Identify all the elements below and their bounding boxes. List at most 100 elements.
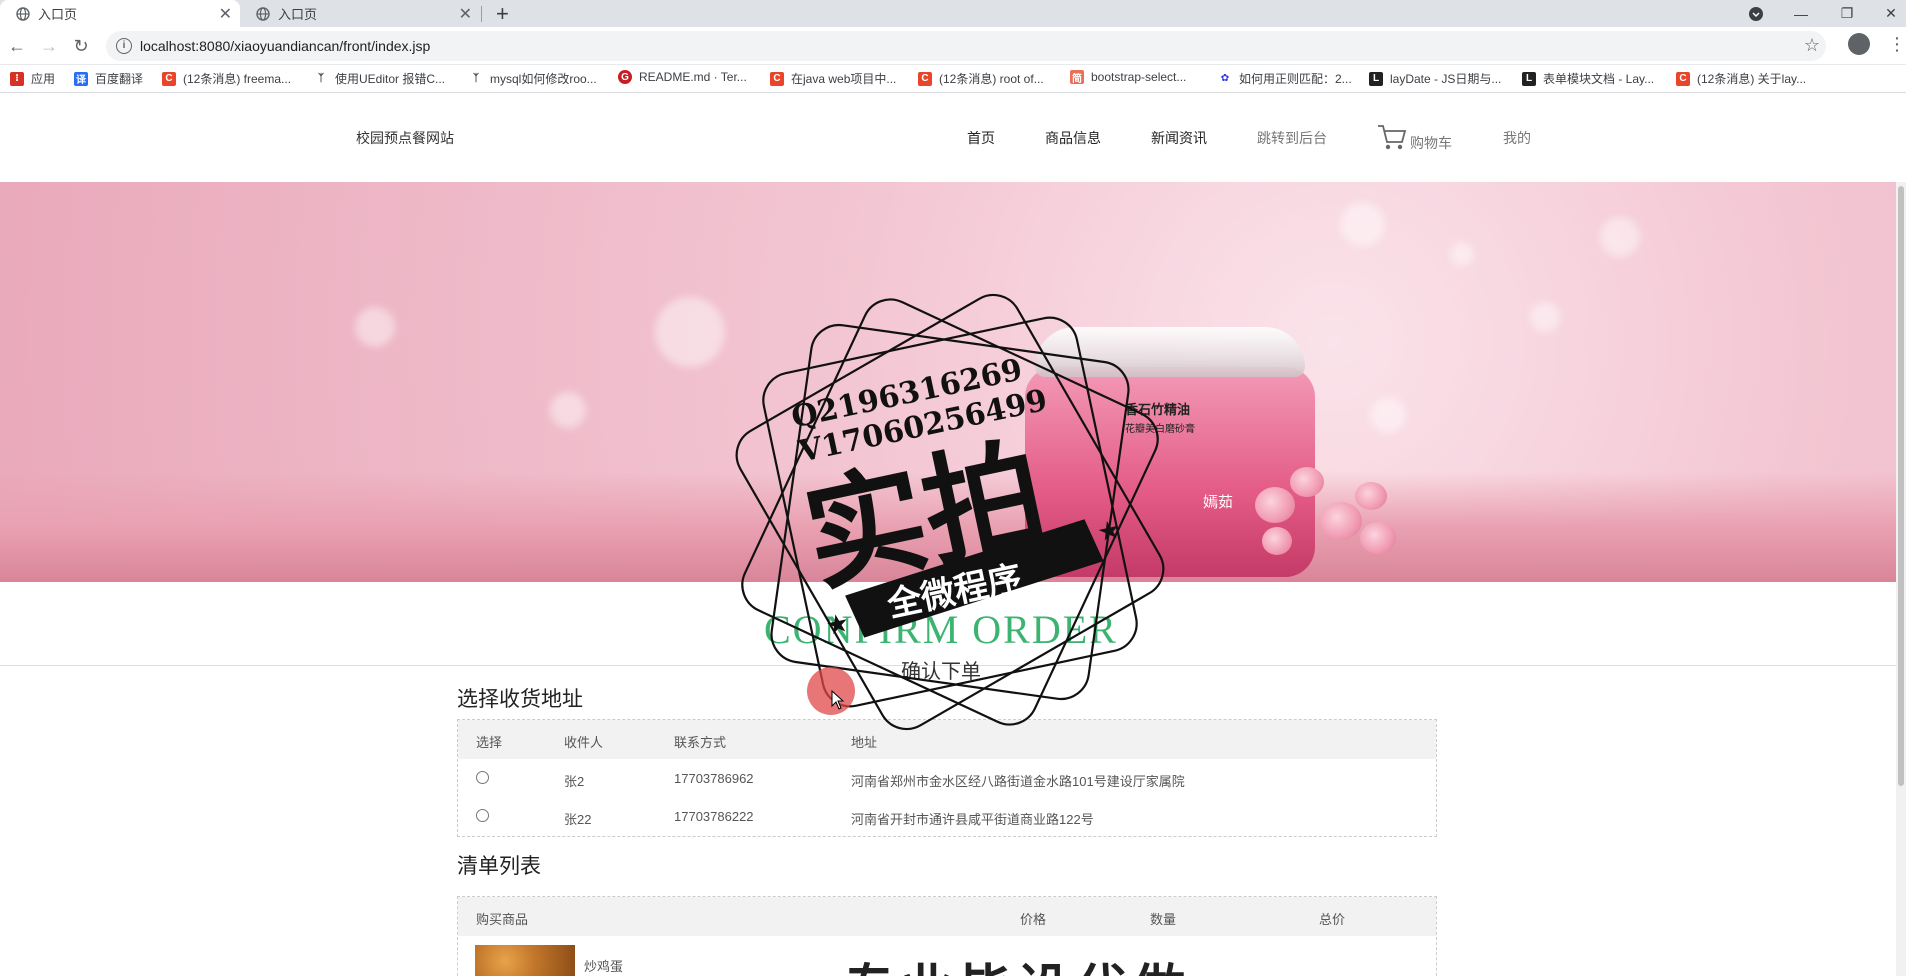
column-header: 选择 [476, 735, 503, 750]
tab-title: 入口页 [38, 7, 78, 22]
bokeh-light [1600, 217, 1640, 257]
nav-mine[interactable]: 我的 [1503, 128, 1531, 148]
recipient-name: 张2 [564, 774, 585, 789]
csdn-icon: C [162, 71, 176, 86]
rose-decoration [1290, 467, 1324, 497]
bokeh-light [355, 307, 395, 347]
scrollbar-thumb[interactable] [1898, 186, 1904, 786]
svg-text:★: ★ [1094, 513, 1123, 547]
rose-decoration [1355, 482, 1387, 510]
bookmark-item[interactable]: ⁝ 应用 [10, 70, 55, 87]
layui-icon: L [1522, 71, 1536, 86]
site-logo[interactable]: 校园预点餐网站 [356, 128, 454, 148]
rose-decoration [1262, 527, 1292, 555]
bookmark-item[interactable]: LlayDate - JS日期与... [1369, 70, 1501, 87]
bokeh-light [550, 392, 586, 428]
restore-icon[interactable]: ❐ [1832, 0, 1862, 27]
bookmark-star-icon[interactable]: ☆ [1804, 35, 1820, 56]
leaf-icon: ᛉ [473, 73, 479, 84]
bookmarks-bar: ⁝ 应用 译百度翻译 C (12条消息) freema... ᛉ 使用UEditor … [0, 65, 1906, 93]
nav-cart[interactable]: 购物车 [1410, 133, 1452, 153]
address-bar[interactable]: i localhost:8080/xiaoyuandiancan/front/i… [106, 31, 1826, 61]
address-radio[interactable] [476, 809, 489, 822]
site-header: 校园预点餐网站 首页 商品信息 新闻资讯 跳转到后台 购物车 我的 [0, 93, 1906, 181]
globe-icon [256, 6, 270, 21]
nav-home[interactable]: 首页 [967, 128, 995, 148]
column-header: 数量 [1150, 912, 1177, 927]
watermark-stamp: Q2196316269 V17060256499 实拍 全微程序 ★ ★ [735, 293, 1165, 731]
browser-toolbar: ← → ↻ i localhost:8080/xiaoyuandiancan/f… [0, 27, 1906, 65]
back-icon[interactable]: ← [4, 33, 30, 59]
address-section-title: 选择收货地址 [457, 688, 583, 711]
profile-avatar-icon[interactable] [1848, 33, 1870, 55]
bookmark-item[interactable]: C (12条消息) root of... [918, 70, 1044, 87]
bokeh-light [1530, 302, 1560, 332]
globe-icon [16, 6, 30, 21]
rose-decoration [1320, 502, 1362, 540]
column-header: 购买商品 [476, 912, 529, 927]
new-tab-icon[interactable]: + [496, 1, 509, 27]
page-scrollbar[interactable] [1896, 182, 1906, 976]
bokeh-light [655, 297, 725, 367]
bookmark-item[interactable]: 译百度翻译 [74, 70, 143, 87]
address-radio[interactable] [476, 771, 489, 784]
csdn-icon: C [1676, 71, 1690, 86]
close-tab-icon[interactable]: ✕ [219, 4, 232, 24]
close-tab-icon[interactable]: ✕ [459, 4, 472, 24]
site-info-icon[interactable]: i [116, 38, 132, 54]
rose-decoration [1255, 487, 1295, 523]
tab-separator [481, 6, 482, 22]
close-window-icon[interactable]: ✕ [1876, 0, 1906, 27]
forward-icon[interactable]: → [36, 33, 62, 59]
url-text[interactable]: localhost:8080/xiaoyuandiancan/front/ind… [140, 38, 430, 54]
bookmark-item[interactable]: C (12条消息) freema... [162, 70, 291, 87]
mouse-cursor-icon [831, 690, 845, 710]
bookmark-item[interactable]: C (12条消息) 关于lay... [1676, 70, 1806, 87]
jianshu-icon: 简 [1070, 70, 1084, 85]
recipient-phone: 17703786962 [674, 771, 754, 786]
bookmark-item[interactable]: C 在java web项目中... [770, 70, 896, 87]
bokeh-light [1450, 242, 1474, 266]
baidu-translate-icon: 译 [74, 71, 88, 86]
bokeh-light [1370, 397, 1406, 433]
address-row[interactable]: 张22 17703786222 河南省开封市通许县咸平街道商业路122号 [458, 797, 1436, 835]
bookmark-item[interactable]: 简 bootstrap-select... [1070, 70, 1186, 85]
list-section-title: 清单列表 [457, 855, 541, 878]
tab-title: 入口页 [278, 7, 318, 22]
item-name[interactable]: 炒鸡蛋 [584, 956, 623, 975]
apps-grid-icon: ⁝ [10, 71, 24, 86]
gitee-icon: G [618, 70, 632, 84]
column-header: 总价 [1319, 912, 1346, 927]
cart-icon[interactable] [1377, 123, 1407, 151]
watermark-bottom-text: 专业毕设代做 [843, 947, 1191, 976]
browser-menu-icon[interactable]: ⋮ [1888, 34, 1906, 55]
recipient-name: 张22 [564, 812, 592, 827]
leaf-icon: ᛉ [318, 73, 324, 84]
address-row[interactable]: 张2 17703786962 河南省郑州市金水区经八路街道金水路101号建设厅家… [458, 759, 1436, 797]
nav-admin[interactable]: 跳转到后台 [1257, 128, 1327, 148]
bookmark-item[interactable]: ✿ 如何用正则匹配：2... [1218, 70, 1352, 87]
csdn-icon: C [770, 71, 784, 86]
tab-search-icon[interactable] [1741, 0, 1771, 27]
bookmark-item[interactable]: L 表单模块文档 - Lay... [1522, 70, 1654, 87]
browser-tab-active[interactable]: 入口页 ✕ [0, 0, 240, 27]
minimize-icon[interactable]: — [1786, 0, 1816, 27]
column-header: 联系方式 [674, 735, 727, 750]
bookmark-item[interactable]: ᛉ mysql如何修改roo... [469, 70, 597, 87]
nav-news[interactable]: 新闻资讯 [1151, 128, 1207, 148]
baidu-paw-icon: ✿ [1220, 73, 1230, 84]
recipient-phone: 17703786222 [674, 809, 754, 824]
svg-text:★: ★ [823, 607, 852, 641]
browser-tab-inactive[interactable]: 入口页 ✕ [240, 0, 480, 27]
recipient-address: 河南省郑州市金水区经八路街道金水路101号建设厅家属院 [851, 774, 1185, 789]
rose-decoration [1360, 522, 1396, 554]
bokeh-light [1340, 202, 1385, 247]
nav-products[interactable]: 商品信息 [1045, 128, 1101, 148]
bookmark-item[interactable]: G README.md · Ter... [618, 70, 747, 84]
bookmark-item[interactable]: ᛉ 使用UEditor 报错C... [314, 70, 445, 87]
food-thumbnail[interactable] [475, 945, 575, 976]
column-header: 收件人 [564, 735, 604, 750]
items-table-header: 购买商品 价格 数量 总价 [458, 897, 1436, 936]
reload-icon[interactable]: ↻ [68, 33, 94, 59]
browser-tab-strip: 入口页 ✕ 入口页 ✕ + — ❐ ✕ [0, 0, 1906, 27]
